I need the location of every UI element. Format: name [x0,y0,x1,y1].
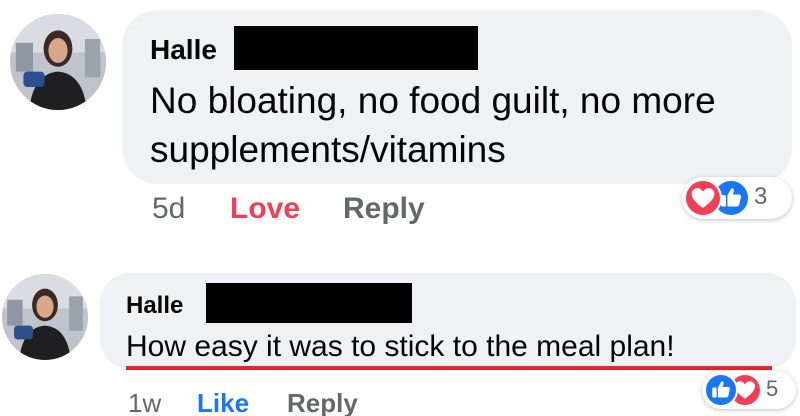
like-icon [704,373,738,407]
love-icon [684,179,722,217]
avatar[interactable] [10,14,106,110]
reaction-count: 5 [766,376,779,401]
comment-text: How easy it was to stick to the meal pla… [126,330,675,363]
redacted-name-block [234,26,478,70]
profile-photo-icon [10,14,106,110]
love-button[interactable]: Love [230,192,300,226]
red-underline-annotation [126,366,772,370]
reply-button[interactable]: Reply [343,192,425,226]
comments-thread: Halle No bloating, no food guilt, no mor… [0,0,800,416]
comment-timestamp[interactable]: 5d [152,192,185,226]
comment-author[interactable]: Halle [126,292,183,320]
reactions-summary[interactable]: 3 [682,177,792,219]
reply-button[interactable]: Reply [287,388,358,416]
comment-author[interactable]: Halle [150,34,217,66]
comment-timestamp[interactable]: 1w [128,388,161,416]
profile-photo-icon [2,274,88,360]
avatar[interactable] [2,274,88,360]
comment-text: No bloating, no food guilt, no more supp… [150,80,716,170]
redacted-name-block [206,283,412,323]
reactions-summary[interactable]: 5 [702,371,796,409]
like-button[interactable]: Like [197,388,249,416]
reaction-count: 3 [754,183,768,210]
